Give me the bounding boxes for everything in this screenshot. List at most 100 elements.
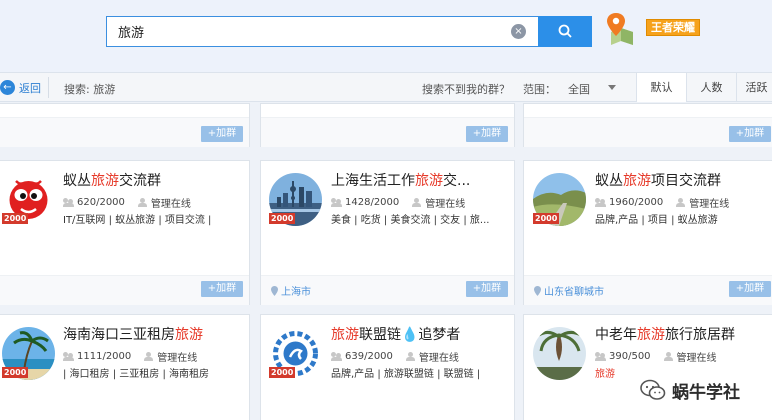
back-label: 返回: [19, 81, 41, 95]
range-value: 全国: [568, 83, 590, 96]
members-icon: [63, 198, 74, 207]
members-icon: [331, 198, 342, 207]
admin-status: 管理在线: [143, 349, 197, 364]
chevron-down-icon: [608, 85, 616, 90]
group-name-text: 中老年: [595, 327, 637, 343]
tab-activity[interactable]: 活跃: [736, 73, 772, 102]
group-name[interactable]: 蚁丛旅游交流群: [63, 170, 161, 190]
group-tags: 美食 | 吃货 | 美食交流 | 交友 | 旅...: [331, 215, 490, 226]
admin-icon: [411, 198, 422, 207]
members-icon: [595, 352, 606, 361]
group-card[interactable]: 中老年旅游旅行旅居群 390/500 管理在线 旅游: [523, 314, 772, 420]
location-text: 山东省聊城市: [544, 287, 604, 298]
admin-icon: [675, 198, 686, 207]
not-found-link[interactable]: 搜索不到我的群？: [422, 81, 510, 97]
group-card[interactable]: 2000 上海生活工作旅游交... 1428/2000 管理在线 美食 | 吃货…: [260, 160, 515, 305]
tab-default[interactable]: 默认: [636, 73, 686, 102]
map-location-icon[interactable]: [605, 12, 635, 46]
game-badge[interactable]: 王者荣耀: [646, 19, 700, 36]
group-name[interactable]: 上海生活工作旅游交...: [331, 170, 470, 190]
group-name[interactable]: 蚁丛旅游项目交流群: [595, 170, 721, 190]
filter-bar: ← 返回 搜索: 旅游 搜索不到我的群？ 范围： 全国 默认 人数 活跃: [0, 72, 772, 102]
admin-status-text: 管理在线: [689, 199, 730, 210]
group-tags: 旅游: [595, 369, 615, 380]
admin-status: 管理在线: [405, 349, 459, 364]
admin-status-text: 管理在线: [157, 353, 198, 364]
member-count: 1428/2000: [345, 197, 400, 208]
join-group-button[interactable]: +加群: [201, 281, 243, 297]
group-name-highlight: 旅游: [623, 173, 651, 189]
group-card[interactable]: 2000 旅游联盟链💧追梦者 639/2000 管理在线 品牌,产品 | 旅游联…: [260, 314, 515, 420]
group-name[interactable]: 中老年旅游旅行旅居群: [595, 324, 735, 344]
group-meta: 620/2000 管理在线: [63, 195, 191, 210]
group-meta: 639/2000 管理在线: [331, 349, 459, 364]
join-group-button[interactable]: +加群: [466, 126, 508, 142]
group-name-text: 交流群: [119, 173, 161, 189]
admin-status: 管理在线: [137, 195, 191, 210]
member-count: 620/2000: [77, 197, 125, 208]
admin-status: 管理在线: [675, 195, 729, 210]
search-icon: [558, 24, 572, 38]
group-name-highlight: 旅游: [175, 327, 203, 343]
level-badge: 2000: [533, 213, 560, 224]
group-tags: 品牌,产品 | 项目 | 蚁丛旅游: [595, 215, 718, 226]
group-card-partial: +加群: [523, 103, 772, 147]
top-search-bar: × 王者荣耀: [0, 0, 772, 72]
group-meta: 390/500 管理在线: [595, 349, 717, 364]
admin-status-text: 管理在线: [150, 199, 191, 210]
location-text: 上海市: [281, 287, 311, 298]
level-badge: 2000: [2, 367, 29, 378]
location-pin-icon: [271, 285, 278, 296]
search-box[interactable]: ×: [106, 16, 538, 47]
admin-icon: [137, 198, 148, 207]
group-meta: 1960/2000 管理在线: [595, 195, 729, 210]
range-select[interactable]: 全国: [568, 81, 620, 97]
group-tags: | 海口租房 | 三亚租房 | 海南租房: [63, 369, 210, 380]
group-name[interactable]: 海南海口三亚租房旅游: [63, 324, 203, 344]
group-name-text: 联盟链💧追梦者: [359, 327, 461, 343]
group-name-text: 海南海口三亚租房: [63, 327, 175, 343]
admin-status-text: 管理在线: [676, 353, 717, 364]
group-avatar: [533, 327, 586, 380]
group-meta: 1111/2000 管理在线: [63, 349, 197, 364]
group-name-text: 蚁丛: [63, 173, 91, 189]
admin-icon: [143, 352, 154, 361]
group-name-text: 蚁丛: [595, 173, 623, 189]
group-card[interactable]: 2000 蚁丛旅游项目交流群 1960/2000 管理在线 品牌,产品 | 项目…: [523, 160, 772, 305]
admin-icon: [663, 352, 674, 361]
member-count: 1111/2000: [77, 351, 132, 362]
join-group-button[interactable]: +加群: [729, 281, 771, 297]
group-card[interactable]: 2000 海南海口三亚租房旅游 1111/2000 管理在线 | 海口租房 | …: [0, 314, 250, 420]
back-button[interactable]: ← 返回: [0, 79, 41, 96]
search-button[interactable]: [538, 16, 592, 47]
watermark: 蜗牛学社: [640, 376, 740, 404]
join-group-button[interactable]: +加群: [729, 126, 771, 142]
admin-status-text: 管理在线: [425, 199, 466, 210]
members-icon: [63, 352, 74, 361]
group-location: 山东省聊城市: [534, 283, 604, 298]
group-name-highlight: 旅游: [637, 327, 665, 343]
level-badge: 2000: [269, 367, 296, 378]
join-group-button[interactable]: +加群: [201, 126, 243, 142]
level-badge: 2000: [269, 213, 296, 224]
admin-icon: [405, 352, 416, 361]
group-name-highlight: 旅游: [331, 327, 359, 343]
group-name-highlight: 旅游: [91, 173, 119, 189]
group-card-partial: +加群: [0, 103, 250, 147]
member-count: 1960/2000: [609, 197, 664, 208]
group-card[interactable]: 2000 蚁丛旅游交流群 620/2000 管理在线 IT/互联网 | 蚁丛旅游…: [0, 160, 250, 305]
admin-status: 管理在线: [663, 349, 717, 364]
group-name-text: 旅行旅居群: [665, 327, 735, 343]
back-arrow-icon: ←: [0, 80, 15, 95]
group-name-highlight: 旅游: [415, 173, 443, 189]
group-name-text: 交...: [443, 173, 471, 189]
group-name-text: 项目交流群: [651, 173, 721, 189]
clear-search-icon[interactable]: ×: [511, 24, 526, 39]
search-input[interactable]: [107, 17, 507, 46]
admin-status: 管理在线: [411, 195, 465, 210]
tab-members[interactable]: 人数: [686, 73, 736, 102]
group-name-text: 上海生活工作: [331, 173, 415, 189]
member-count: 390/500: [609, 351, 651, 362]
group-name[interactable]: 旅游联盟链💧追梦者: [331, 324, 460, 344]
join-group-button[interactable]: +加群: [466, 281, 508, 297]
